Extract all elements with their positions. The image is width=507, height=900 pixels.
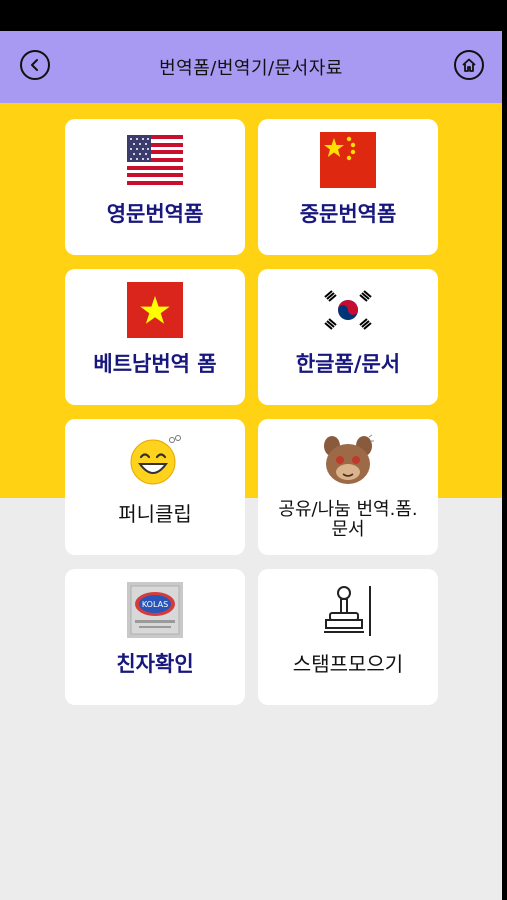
tile-korean-form[interactable]: 한글폼/문서 — [258, 269, 438, 405]
back-button[interactable] — [20, 50, 50, 80]
home-button[interactable] — [454, 50, 484, 80]
tile-label: 베트남번역 폼 — [93, 352, 217, 376]
tile-label: 친자확인 — [116, 652, 194, 676]
app-header: 번역폼/번역기/문서자료 — [0, 31, 502, 103]
tile-label: 중문번역폼 — [299, 202, 397, 226]
tile-english-form[interactable]: 영문번역폼 — [65, 119, 245, 255]
tile-label: 퍼니클립 — [118, 502, 192, 526]
korea-flag-icon — [320, 282, 376, 338]
tile-label: 영문번역폼 — [106, 202, 204, 226]
tile-share-forms[interactable]: 공유/나눔 번역.폼. 문서 — [258, 419, 438, 555]
tile-label: 스탬프모으기 — [292, 652, 404, 676]
tile-label: 공유/나눔 번역.폼. 문서 — [278, 499, 418, 540]
screen-edge — [502, 0, 507, 900]
stamp-icon — [320, 582, 376, 638]
menu-grid: 영문번역폼 중문번역폼 베트남번역 폼 한글폼/문서 퍼니클립 공유/나눔 번역… — [65, 119, 438, 705]
tile-label: 한글폼/문서 — [295, 352, 401, 376]
status-bar — [0, 0, 507, 31]
china-flag-icon — [320, 132, 376, 188]
cartoon-bear-icon — [320, 432, 376, 488]
us-flag-icon — [127, 132, 183, 188]
tile-stamp-collect[interactable]: 스탬프모으기 — [258, 569, 438, 705]
tile-chinese-form[interactable]: 중문번역폼 — [258, 119, 438, 255]
tile-funny-clip[interactable]: 퍼니클립 — [65, 419, 245, 555]
vietnam-flag-icon — [127, 282, 183, 338]
svg-text:KOLAS: KOLAS — [142, 600, 168, 609]
laughing-face-icon — [127, 432, 183, 488]
home-icon — [462, 58, 476, 72]
kolas-badge-icon: KOLAS — [127, 582, 183, 638]
page-title: 번역폼/번역기/문서자료 — [159, 58, 343, 79]
tile-paternity-test[interactable]: KOLAS 친자확인 — [65, 569, 245, 705]
chevron-left-icon — [31, 59, 38, 71]
tile-vietnamese-form[interactable]: 베트남번역 폼 — [65, 269, 245, 405]
